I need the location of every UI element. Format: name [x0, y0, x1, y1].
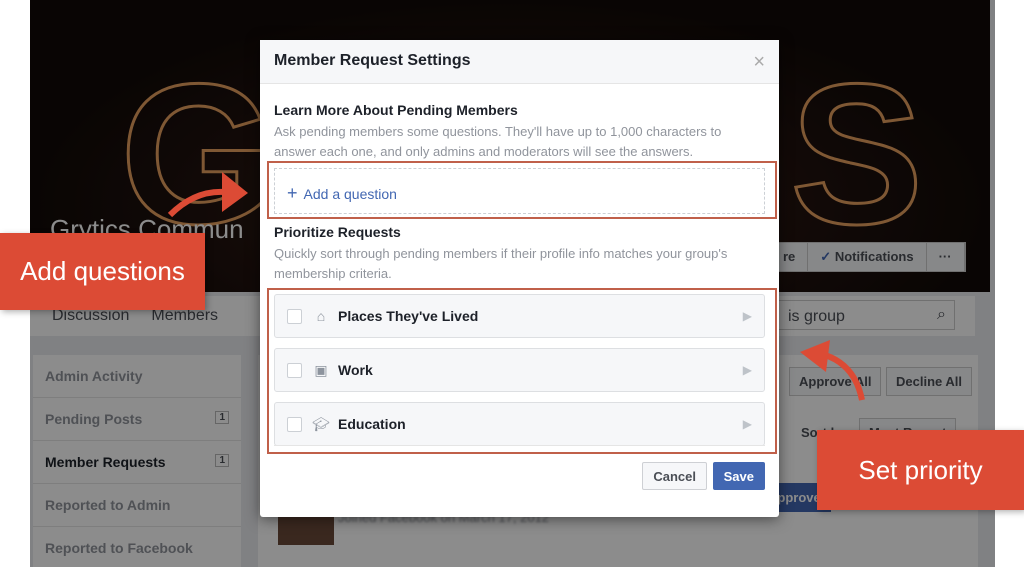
arrow-to-priority	[823, 352, 865, 401]
arrow-to-add-question	[167, 188, 226, 218]
arrowhead	[222, 172, 248, 212]
arrowhead	[800, 340, 830, 372]
callout-set-priority: Set priority	[817, 430, 1024, 510]
callout-add-questions: Add questions	[0, 233, 205, 310]
